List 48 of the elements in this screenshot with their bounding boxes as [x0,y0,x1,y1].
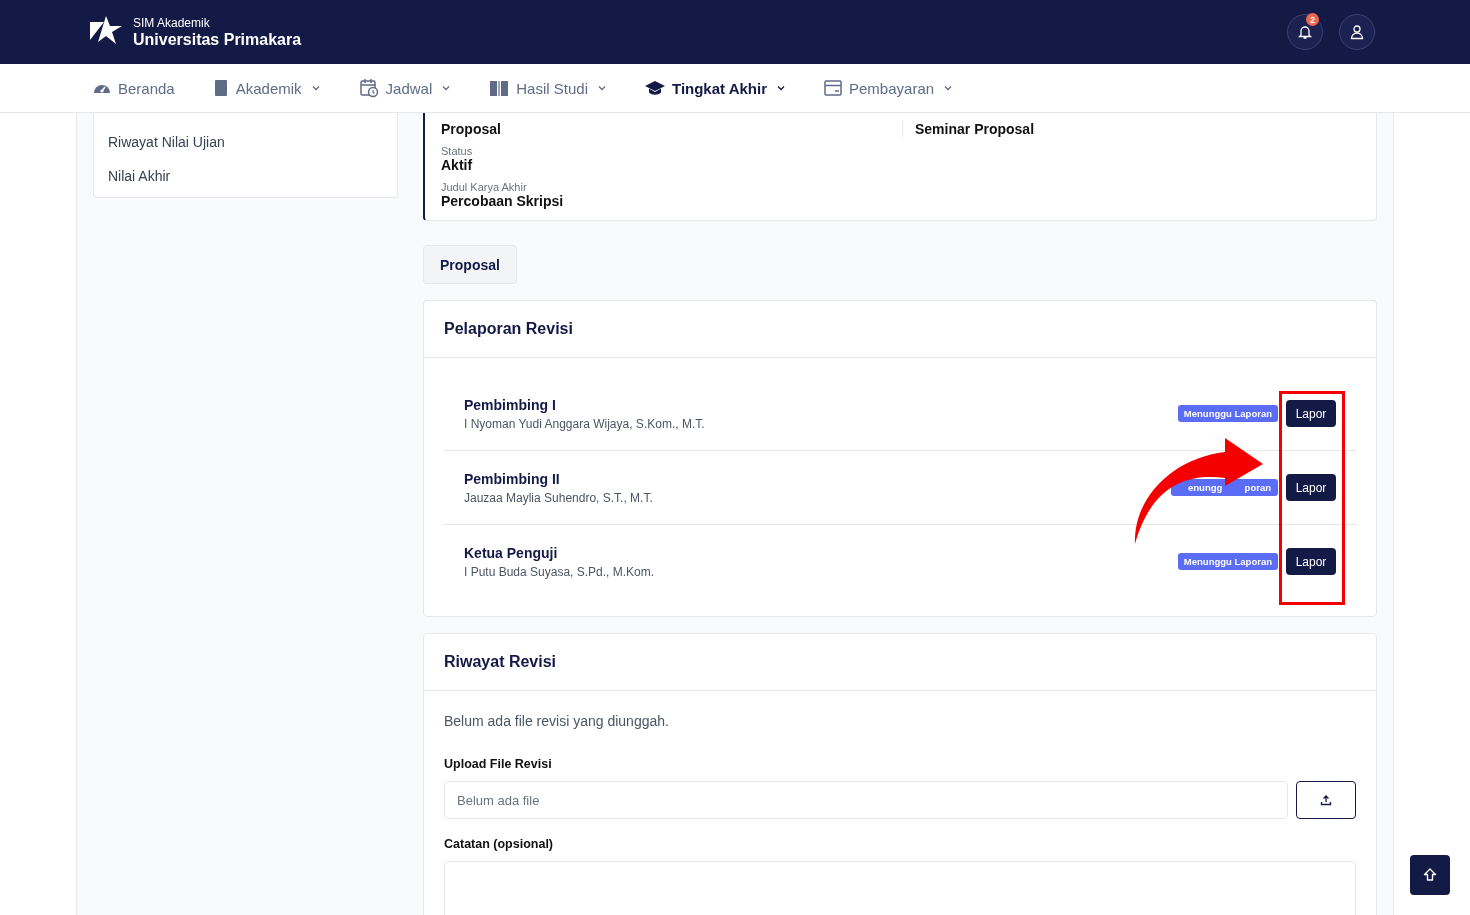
status-badge: Menunggu Laporan [1177,553,1278,570]
graduation-cap-icon [645,80,665,96]
role-label: Pembimbing II [464,470,561,487]
lecturer-name: I Nyoman Yudi Anggara Wijaya, S.Kom., M.T. [464,416,706,431]
field-label: Upload File Revisi [444,757,553,771]
role-label: Ketua Penguji [464,544,559,561]
field-value: Proposal [441,121,502,137]
field-value: Seminar Proposal [915,121,1036,137]
empty-message: Belum ada file revisi yang diunggah. [444,713,670,729]
university-name: Universitas Primakara [133,30,302,49]
report-button[interactable]: Lapor [1286,474,1336,501]
card-title: Riwayat Revisi [444,653,557,671]
notification-count: 2 [1306,13,1319,26]
report-button[interactable]: Lapor [1286,400,1336,427]
nav-item[interactable]: Pembayaran [824,79,954,97]
role-label: Pembimbing I [464,396,557,413]
nav-item[interactable]: Tingkat Akhir [645,79,786,97]
report-button[interactable]: Lapor [1286,548,1336,575]
open-book-icon [489,79,510,97]
field-value: Percobaan Skripsi [441,193,565,209]
nav-item[interactable]: Beranda [93,79,175,97]
bell-icon [1297,24,1313,40]
stage-tab[interactable]: Proposal [423,245,517,284]
field-label: Status [441,145,474,157]
status-badge: enungg poran [1171,479,1278,496]
app-name: SIM Akademik [133,15,211,30]
lecturer-name: Jauzaa Maylia Suhendro, S.T., M.T. [464,490,654,505]
file-field[interactable]: Belum ada file [444,781,1288,819]
lecturer-name: I Putu Buda Suyasa, S.Pd., M.Kom. [464,564,656,579]
nav-item[interactable]: Hasil Studi [489,79,607,97]
book-icon [212,79,229,97]
calendar-clock-icon [358,78,379,98]
upload-button[interactable] [1296,781,1356,819]
nav-item[interactable]: Jadwal [358,78,452,98]
field-value: Aktif [441,157,474,173]
scroll-top-button[interactable] [1410,855,1450,895]
upload-icon [1320,794,1332,806]
user-icon [1349,24,1365,40]
card-icon [824,80,842,96]
status-badge: Menunggu Laporan [1177,405,1278,422]
profile-button[interactable] [1339,14,1375,50]
arrow-up-icon [1423,868,1437,882]
field-label: Catatan (opsional) [444,837,555,851]
sidebar-item[interactable]: Riwayat Nilai Ujian [94,125,397,159]
card-title: Pelaporan Revisi [444,320,573,338]
field-label: Judul Karya Akhir [441,181,528,193]
sidebar-item[interactable]: Nilai Akhir [94,159,397,193]
nav-item[interactable]: Akademik [212,79,321,97]
